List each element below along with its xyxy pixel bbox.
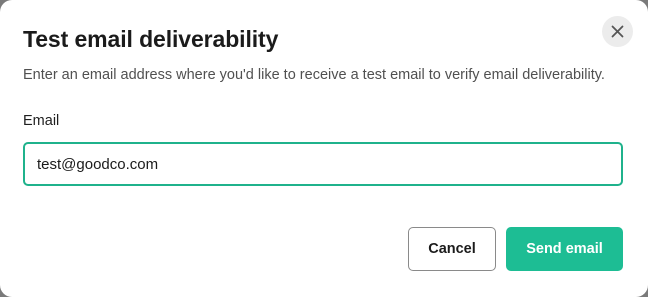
close-icon	[611, 25, 624, 38]
email-field[interactable]	[23, 142, 623, 186]
cancel-button[interactable]: Cancel	[408, 227, 496, 271]
dialog-description: Enter an email address where you'd like …	[23, 67, 605, 83]
close-button[interactable]	[602, 16, 633, 47]
email-label: Email	[23, 113, 60, 129]
dialog-title: Test email deliverability	[23, 26, 279, 52]
send-email-button[interactable]: Send email	[506, 227, 623, 271]
test-email-dialog: Test email deliverability Enter an email…	[0, 0, 648, 297]
